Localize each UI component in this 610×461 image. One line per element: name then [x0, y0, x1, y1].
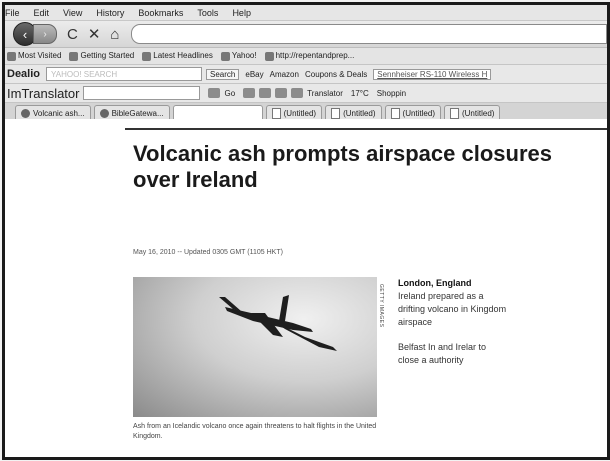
- home-icon[interactable]: ⌂: [110, 26, 119, 43]
- bookmark-latest-headlines[interactable]: Latest Headlines: [142, 51, 213, 61]
- coupons-link[interactable]: Coupons & Deals: [305, 70, 367, 79]
- menu-help[interactable]: Help: [232, 8, 251, 18]
- dealio-logo: Dealio: [7, 68, 41, 80]
- photo-credit: GETTY IMAGES: [378, 284, 384, 328]
- amazon-link[interactable]: Amazon: [270, 70, 299, 79]
- firefox-icon: [69, 51, 79, 61]
- page-icon: [271, 108, 281, 119]
- bookmark-most-visited[interactable]: Most Visited: [7, 51, 61, 61]
- menu-file[interactable]: File: [5, 8, 20, 18]
- imtranslator-logo: ImTranslator: [7, 85, 80, 101]
- yahoo-icon: [220, 51, 230, 61]
- menu-edit[interactable]: Edit: [34, 8, 50, 18]
- article-dateline: May 16, 2010 -- Updated 0305 GMT (1105 H…: [133, 249, 283, 256]
- article-location: London, England: [398, 278, 472, 288]
- header-divider: [125, 128, 607, 130]
- toolbar-icon[interactable]: [291, 88, 304, 98]
- translator-input[interactable]: [83, 86, 201, 100]
- article-photo: [133, 277, 377, 417]
- toolbar-icon[interactable]: [259, 88, 272, 98]
- toolbar-icon[interactable]: [243, 88, 256, 98]
- rss-icon: [142, 51, 152, 61]
- ebay-link[interactable]: eBay: [245, 70, 263, 79]
- article-text: Ireland prepared as a drifting volcano i…: [398, 291, 507, 327]
- weather-temp[interactable]: 17°C: [351, 89, 369, 98]
- go-icon[interactable]: [208, 88, 221, 98]
- article-paragraph: London, England Ireland prepared as a dri…: [398, 277, 508, 329]
- page-content: Volcanic ash prompts airspace closures o…: [5, 119, 607, 457]
- menu-bookmarks[interactable]: Bookmarks: [138, 8, 183, 18]
- page-icon: [449, 108, 459, 119]
- page-icon: [331, 108, 341, 119]
- article-body: London, England Ireland prepared as a dri…: [398, 277, 508, 379]
- deal-product-link[interactable]: Sennheiser RS-110 Wireless H: [373, 68, 492, 80]
- browser-window: File Edit View History Bookmarks Tools H…: [2, 2, 610, 460]
- bookmarks-toolbar: Most Visited Getting Started Latest Head…: [5, 48, 607, 65]
- go-button[interactable]: Go: [224, 89, 235, 98]
- translator-button[interactable]: Translator: [307, 89, 343, 98]
- page-icon: [264, 51, 274, 61]
- forward-button[interactable]: ›: [33, 24, 57, 44]
- yahoo-search-input[interactable]: YAHOO! SEARCH: [46, 67, 203, 81]
- page-icon: [390, 108, 400, 119]
- bookmark-repentandprep[interactable]: http://repentandprep...: [264, 51, 354, 61]
- search-button[interactable]: Search: [206, 68, 240, 80]
- bookmark-icon: [7, 51, 16, 61]
- forward-arrow-icon: ›: [43, 28, 47, 40]
- menu-view[interactable]: View: [63, 8, 82, 18]
- address-bar[interactable]: [131, 24, 607, 44]
- airplane-icon: [219, 295, 337, 351]
- dealio-toolbar: Dealio YAHOO! SEARCH Search eBay Amazon …: [5, 65, 607, 84]
- menu-bar: File Edit View History Bookmarks Tools H…: [5, 5, 607, 21]
- menu-tools[interactable]: Tools: [197, 8, 218, 18]
- toolbar-icon[interactable]: [275, 88, 288, 98]
- navigation-toolbar: ‹ › C ✕ ⌂: [5, 21, 607, 48]
- menu-history[interactable]: History: [96, 8, 124, 18]
- shopping-link[interactable]: Shoppin: [377, 89, 406, 98]
- imtranslator-toolbar: ImTranslator Go Translator 17°C Shoppin: [5, 84, 607, 103]
- article-paragraph: Belfast In and Irelar to close a authori…: [398, 342, 487, 365]
- favicon-icon: [21, 109, 30, 118]
- photo-caption: Ash from an Icelandic volcano once again…: [133, 423, 377, 440]
- bookmark-getting-started[interactable]: Getting Started: [69, 51, 134, 61]
- back-arrow-icon: ‹: [22, 26, 28, 42]
- bookmark-yahoo[interactable]: Yahoo!: [220, 51, 257, 61]
- reload-icon[interactable]: C: [67, 26, 78, 43]
- article-headline: Volcanic ash prompts airspace closures o…: [133, 141, 552, 192]
- stop-icon[interactable]: ✕: [88, 25, 101, 43]
- favicon-icon: [99, 109, 109, 118]
